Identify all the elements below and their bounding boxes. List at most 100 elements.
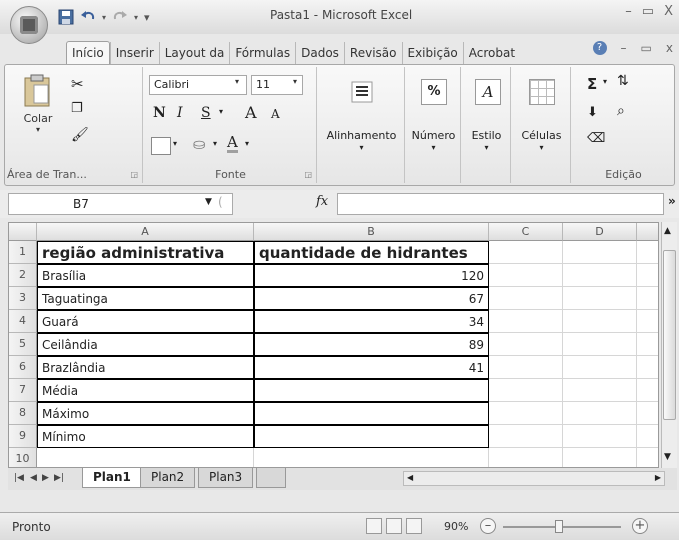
cell-b[interactable]: 67 (254, 287, 489, 310)
cell-a[interactable]: Mínimo (37, 425, 254, 448)
cut-icon[interactable]: ✂ (71, 75, 84, 93)
undo-icon[interactable] (80, 9, 96, 25)
row-header[interactable]: 8 (9, 402, 37, 425)
cell-c[interactable] (489, 287, 563, 310)
cell-e[interactable] (637, 379, 658, 402)
number-group[interactable]: % Número ▾ (407, 67, 461, 183)
cell-e[interactable] (637, 264, 658, 287)
close-button[interactable]: X (664, 4, 673, 19)
row-header[interactable]: 7 (9, 379, 37, 402)
redo-dropdown-icon[interactable]: ▾ (134, 13, 138, 22)
cell-b[interactable] (254, 402, 489, 425)
font-launcher-icon[interactable]: ◲ (304, 170, 312, 179)
cell-c[interactable] (489, 264, 563, 287)
autosum-icon[interactable]: Σ (587, 75, 597, 93)
cell-e[interactable] (637, 356, 658, 379)
style-group[interactable]: A Estilo ▾ (463, 67, 511, 183)
grow-font-button[interactable]: A (245, 103, 257, 122)
font-color-dropdown-icon[interactable]: ▾ (245, 139, 249, 148)
insert-function-button[interactable]: fx (316, 194, 328, 209)
select-all-corner[interactable] (9, 223, 37, 241)
cell-e[interactable] (637, 241, 658, 264)
sheet-tab-plan1[interactable]: Plan1 (82, 468, 142, 488)
cell-d[interactable] (563, 333, 637, 356)
cell-d[interactable] (563, 356, 637, 379)
zoom-slider-thumb[interactable] (555, 520, 563, 533)
tab-formulas[interactable]: Fórmulas (229, 42, 295, 64)
zoom-out-button[interactable]: – (480, 518, 496, 534)
cell-d[interactable] (563, 402, 637, 425)
column-header-c[interactable]: C (489, 223, 563, 241)
fill-color-icon[interactable]: ⛀ (193, 135, 206, 153)
sheet-tab-plan2[interactable]: Plan2 (140, 468, 196, 488)
horizontal-scrollbar[interactable]: ◀ ▶ (403, 471, 665, 486)
cell-c[interactable] (489, 356, 563, 379)
cell-b[interactable]: 34 (254, 310, 489, 333)
row-header[interactable]: 1 (9, 241, 37, 264)
active-cell-b7[interactable] (254, 379, 489, 402)
page-break-view-icon[interactable] (406, 518, 422, 534)
normal-view-icon[interactable] (366, 518, 382, 534)
scroll-left-icon[interactable]: ◀ (407, 473, 413, 482)
cell-d[interactable] (563, 264, 637, 287)
cells-group[interactable]: Células ▾ (513, 67, 571, 183)
column-header-a[interactable]: A (37, 223, 254, 241)
cell-a[interactable]: Brasília (37, 264, 254, 287)
column-header-d[interactable]: D (563, 223, 637, 241)
zoom-slider[interactable] (503, 520, 621, 533)
paste-button[interactable]: Colar ▾ (15, 73, 61, 134)
next-sheet-icon[interactable]: ▶ (42, 473, 49, 483)
clipboard-launcher-icon[interactable]: ◲ (130, 170, 138, 179)
cell-d[interactable] (563, 241, 637, 264)
borders-icon[interactable] (151, 137, 171, 155)
underline-dropdown-icon[interactable]: ▾ (219, 107, 223, 116)
cell-d[interactable] (563, 379, 637, 402)
expand-formula-bar-icon[interactable]: » (668, 194, 676, 208)
redo-icon[interactable] (112, 9, 128, 25)
cell-a[interactable]: Guará (37, 310, 254, 333)
maximize-button[interactable]: ▭ (642, 4, 654, 19)
underline-button[interactable]: S (201, 105, 211, 121)
bold-button[interactable]: N (153, 105, 166, 121)
row-header[interactable]: 4 (9, 310, 37, 333)
italic-button[interactable]: I (177, 105, 183, 121)
vertical-scrollbar[interactable]: ▲ ▼ (661, 222, 677, 468)
cell-e[interactable] (637, 425, 658, 448)
fill-color-dropdown-icon[interactable]: ▾ (213, 139, 217, 148)
fill-icon[interactable]: ⬇ (587, 105, 598, 120)
cell-c[interactable] (489, 425, 563, 448)
office-button[interactable] (10, 6, 48, 44)
find-select-icon[interactable]: ⌕ (617, 103, 625, 119)
tab-inicio[interactable]: Início (66, 41, 110, 64)
row-header[interactable]: 5 (9, 333, 37, 356)
tab-acrobat[interactable]: Acrobat (462, 42, 520, 64)
prev-sheet-icon[interactable]: ◀ (30, 473, 37, 483)
cell-c[interactable] (489, 310, 563, 333)
format-painter-icon[interactable]: 🖌 (71, 127, 89, 143)
tab-layout[interactable]: Layout da (158, 42, 230, 64)
help-icon[interactable]: ? (592, 41, 607, 55)
page-layout-view-icon[interactable] (386, 518, 402, 534)
vertical-scroll-thumb[interactable] (663, 250, 676, 420)
row-header[interactable]: 10 (9, 448, 37, 467)
cell-d[interactable] (563, 448, 637, 467)
font-name-dropdown-icon[interactable]: ▾ (235, 77, 239, 86)
row-header[interactable]: 6 (9, 356, 37, 379)
cell-a[interactable]: Média (37, 379, 254, 402)
borders-dropdown-icon[interactable]: ▾ (173, 139, 177, 148)
cell-a[interactable]: Ceilândia (37, 333, 254, 356)
cell-b[interactable] (254, 448, 489, 467)
minimize-button[interactable]: – (625, 4, 632, 19)
row-header[interactable]: 3 (9, 287, 37, 310)
cell-a[interactable]: região administrativa (37, 241, 254, 264)
font-name-box[interactable]: Calibri (149, 75, 247, 95)
sheet-tab-plan3[interactable]: Plan3 (198, 468, 254, 488)
save-icon[interactable] (58, 9, 74, 25)
cell-e[interactable] (637, 287, 658, 310)
cell-b[interactable]: 120 (254, 264, 489, 287)
ribbon-restore-button[interactable]: ▭ (641, 41, 652, 55)
cell-a[interactable]: Máximo (37, 402, 254, 425)
font-size-dropdown-icon[interactable]: ▾ (293, 77, 297, 86)
name-box[interactable]: B7 (8, 193, 233, 215)
column-header-b[interactable]: B (254, 223, 489, 241)
